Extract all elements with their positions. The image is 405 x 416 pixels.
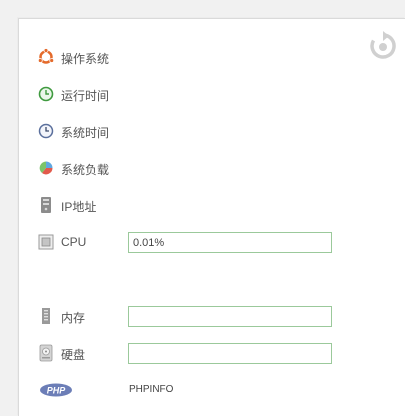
refresh-icon[interactable] bbox=[369, 31, 397, 61]
ip-label: IP地址 bbox=[61, 200, 97, 214]
system-load-row: 系统负载 bbox=[38, 159, 338, 179]
os-label: 操作系统 bbox=[61, 52, 110, 66]
php-logo-icon: PHP bbox=[40, 383, 72, 397]
disk-icon bbox=[39, 344, 53, 362]
disk-value-field bbox=[128, 343, 332, 364]
cpu-value-field: 0.01% bbox=[128, 232, 332, 253]
clock-icon bbox=[38, 123, 54, 139]
system-load-label: 系统负载 bbox=[61, 163, 110, 177]
memory-value-field bbox=[128, 306, 332, 327]
uptime-label: 运行时间 bbox=[61, 89, 110, 103]
phpinfo-link[interactable]: PHPINFO bbox=[129, 384, 173, 395]
cpu-icon bbox=[38, 234, 54, 250]
disk-label: 硬盘 bbox=[61, 348, 86, 362]
cpu-label: CPU bbox=[61, 235, 87, 249]
os-row: 操作系统 bbox=[38, 48, 338, 68]
pie-chart-icon bbox=[39, 161, 53, 175]
ip-row: IP地址 bbox=[38, 196, 338, 216]
ubuntu-icon bbox=[38, 48, 54, 64]
green-clock-icon bbox=[38, 86, 54, 102]
memory-label: 内存 bbox=[61, 311, 86, 325]
system-time-row: 系统时间 bbox=[38, 122, 338, 142]
memory-icon bbox=[42, 308, 50, 324]
php-logo-text: PHP bbox=[47, 386, 67, 396]
system-time-label: 系统时间 bbox=[61, 126, 110, 140]
server-icon bbox=[41, 197, 51, 213]
uptime-row: 运行时间 bbox=[38, 85, 338, 105]
